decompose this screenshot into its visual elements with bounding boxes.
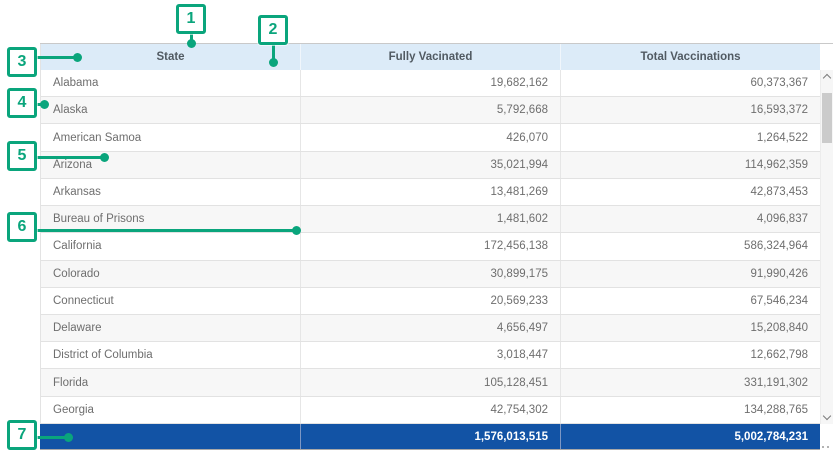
value-cell: 134,288,765	[560, 397, 820, 423]
callout-box-2: 2	[258, 15, 288, 45]
value-cell: 30,899,175	[300, 261, 560, 287]
callout-dot	[187, 39, 196, 48]
value-cell: 331,191,302	[560, 369, 820, 395]
state-cell: Alaska	[41, 97, 300, 123]
value-cell: 15,208,840	[560, 315, 820, 341]
table-row-alabama[interactable]: Alabama19,682,16260,373,367	[41, 70, 820, 97]
state-cell: Georgia	[41, 397, 300, 423]
totals-cell: 1,576,013,515	[300, 424, 560, 449]
totals-cell: 5,002,784,231	[560, 424, 820, 449]
value-cell: 42,873,453	[560, 179, 820, 205]
callout-dot	[269, 58, 278, 67]
callout-number: 2	[269, 22, 278, 38]
state-cell: Delaware	[41, 315, 300, 341]
state-cell: Florida	[41, 369, 300, 395]
callout-box-5: 5	[7, 141, 37, 171]
value-cell: 13,481,269	[300, 179, 560, 205]
table-row-florida[interactable]: Florida105,128,451331,191,302	[41, 369, 820, 396]
callout-stem	[36, 229, 296, 232]
callout-box-1: 1	[176, 4, 206, 34]
value-cell: 4,096,837	[560, 206, 820, 232]
state-cell: Alabama	[41, 70, 300, 96]
callout-dot	[64, 433, 73, 442]
callout-stem	[36, 156, 104, 159]
state-cell: Arkansas	[41, 179, 300, 205]
column-header-fully-vacinated[interactable]: Fully Vacinated	[300, 44, 560, 70]
value-cell: 16,593,372	[560, 97, 820, 123]
resize-grip-icon	[822, 442, 832, 450]
table-row-connecticut[interactable]: Connecticut20,569,23367,546,234	[41, 288, 820, 315]
value-cell: 1,481,602	[300, 206, 560, 232]
dashboard-table-screenshot: StateFully VacinatedTotal Vaccinations A…	[0, 0, 833, 453]
callout-box-6: 6	[7, 212, 37, 242]
totals-cell	[40, 424, 300, 449]
value-cell: 105,128,451	[300, 369, 560, 395]
state-cell: Colorado	[41, 261, 300, 287]
value-cell: 19,682,162	[300, 70, 560, 96]
scrollbar-down-button[interactable]	[821, 411, 833, 424]
table-totals-row: 1,576,013,5155,002,784,231	[40, 424, 820, 450]
state-cell: Connecticut	[41, 288, 300, 314]
value-cell: 5,792,668	[300, 97, 560, 123]
callout-number: 3	[18, 54, 27, 70]
callout-dot	[73, 53, 82, 62]
value-cell: 20,569,233	[300, 288, 560, 314]
chevron-up-icon	[823, 74, 831, 82]
callout-box-4: 4	[7, 88, 37, 118]
callout-box-7: 7	[7, 420, 37, 450]
value-cell: 1,264,522	[560, 124, 820, 150]
scrollbar-up-button[interactable]	[821, 70, 833, 83]
state-cell: American Samoa	[41, 124, 300, 150]
table-row-arizona[interactable]: Arizona35,021,994114,962,359	[41, 152, 820, 179]
callout-dot	[292, 226, 301, 235]
callout-box-3: 3	[7, 47, 37, 77]
value-cell: 3,018,447	[300, 342, 560, 368]
value-cell: 12,662,798	[560, 342, 820, 368]
table-body: Alabama19,682,16260,373,367Alaska5,792,6…	[41, 70, 820, 424]
callout-dot	[100, 153, 109, 162]
table-row-colorado[interactable]: Colorado30,899,17591,990,426	[41, 261, 820, 288]
callout-number: 4	[18, 95, 27, 111]
value-cell: 67,546,234	[560, 288, 820, 314]
value-cell: 586,324,964	[560, 233, 820, 259]
callout-number: 6	[18, 219, 27, 235]
value-cell: 60,373,367	[560, 70, 820, 96]
value-cell: 4,656,497	[300, 315, 560, 341]
callout-stem	[36, 56, 77, 59]
table-row-arkansas[interactable]: Arkansas13,481,26942,873,453	[41, 179, 820, 206]
state-cell: California	[41, 233, 300, 259]
callout-number: 5	[18, 148, 27, 164]
value-cell: 426,070	[300, 124, 560, 150]
callout-dot	[40, 100, 49, 109]
value-cell: 35,021,994	[300, 152, 560, 178]
scrollbar-thumb[interactable]	[822, 93, 832, 143]
table-row-california[interactable]: California172,456,138586,324,964	[41, 233, 820, 260]
column-header-total-vaccinations[interactable]: Total Vaccinations	[560, 44, 820, 70]
value-cell: 42,754,302	[300, 397, 560, 423]
value-cell: 91,990,426	[560, 261, 820, 287]
callout-number: 7	[18, 427, 27, 443]
value-cell: 114,962,359	[560, 152, 820, 178]
value-cell: 172,456,138	[300, 233, 560, 259]
chevron-down-icon	[823, 412, 831, 420]
vertical-scrollbar[interactable]	[820, 70, 833, 424]
table-row-delaware[interactable]: Delaware4,656,49715,208,840	[41, 315, 820, 342]
table-row-alaska[interactable]: Alaska5,792,66816,593,372	[41, 97, 820, 124]
table-row-american-samoa[interactable]: American Samoa426,0701,264,522	[41, 124, 820, 151]
callout-number: 1	[187, 11, 196, 27]
table-row-district-of-columbia[interactable]: District of Columbia3,018,44712,662,798	[41, 342, 820, 369]
table-header-row: StateFully VacinatedTotal Vaccinations	[41, 44, 820, 70]
state-cell: District of Columbia	[41, 342, 300, 368]
table-row-georgia[interactable]: Georgia42,754,302134,288,765	[41, 397, 820, 424]
